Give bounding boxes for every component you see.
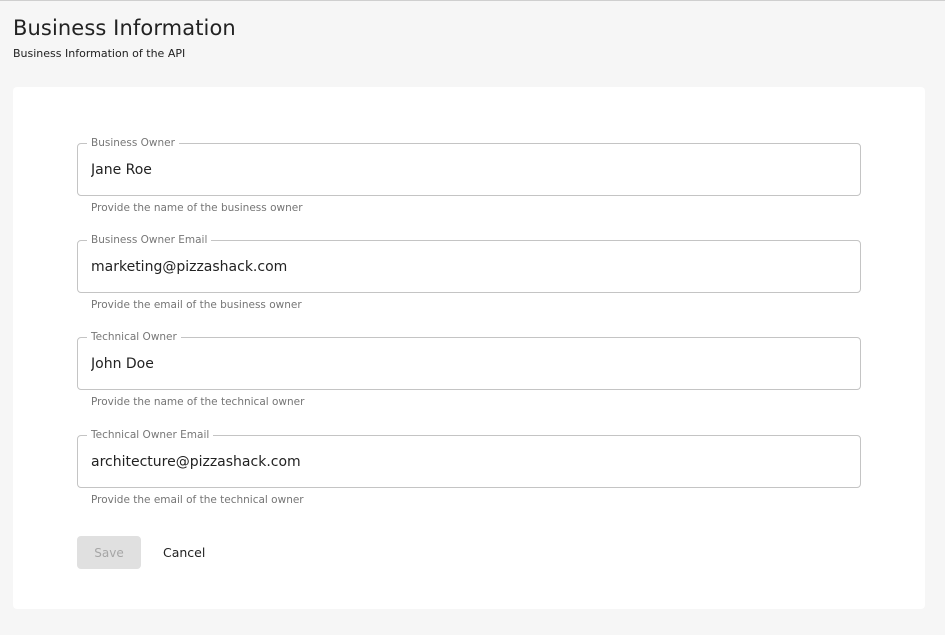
page-subtitle: Business Information of the API (13, 47, 186, 60)
technical-owner-helper-text: Provide the name of the technical owner (91, 396, 305, 408)
business-owner-input[interactable] (91, 158, 841, 182)
cancel-button[interactable]: Cancel (155, 536, 213, 569)
technical-owner-field: Technical Owner Provide the name of the … (77, 330, 861, 408)
business-info-form-card: Business Owner Provide the name of the b… (13, 87, 925, 609)
business-owner-email-outline: Business Owner Email (77, 233, 861, 293)
business-owner-field: Business Owner Provide the name of the b… (77, 136, 861, 214)
technical-owner-outline: Technical Owner (77, 330, 861, 390)
business-owner-email-label: Business Owner Email (87, 233, 212, 247)
technical-owner-email-input[interactable] (91, 450, 841, 474)
technical-owner-email-helper-text: Provide the email of the technical owner (91, 494, 304, 506)
business-owner-email-helper-text: Provide the email of the business owner (91, 299, 302, 311)
technical-owner-email-outline: Technical Owner Email (77, 428, 861, 488)
save-button[interactable]: Save (77, 536, 141, 569)
business-owner-email-field: Business Owner Email Provide the email o… (77, 233, 861, 311)
business-owner-email-input[interactable] (91, 255, 841, 279)
business-owner-outline: Business Owner (77, 136, 861, 196)
business-information-page: Business Information Business Informatio… (0, 0, 945, 635)
page-title: Business Information (13, 16, 236, 40)
technical-owner-email-field: Technical Owner Email Provide the email … (77, 428, 861, 506)
business-owner-helper-text: Provide the name of the business owner (91, 202, 303, 214)
technical-owner-label: Technical Owner (87, 330, 181, 344)
technical-owner-input[interactable] (91, 352, 841, 376)
technical-owner-email-label: Technical Owner Email (87, 428, 214, 442)
business-owner-label: Business Owner (87, 136, 179, 150)
